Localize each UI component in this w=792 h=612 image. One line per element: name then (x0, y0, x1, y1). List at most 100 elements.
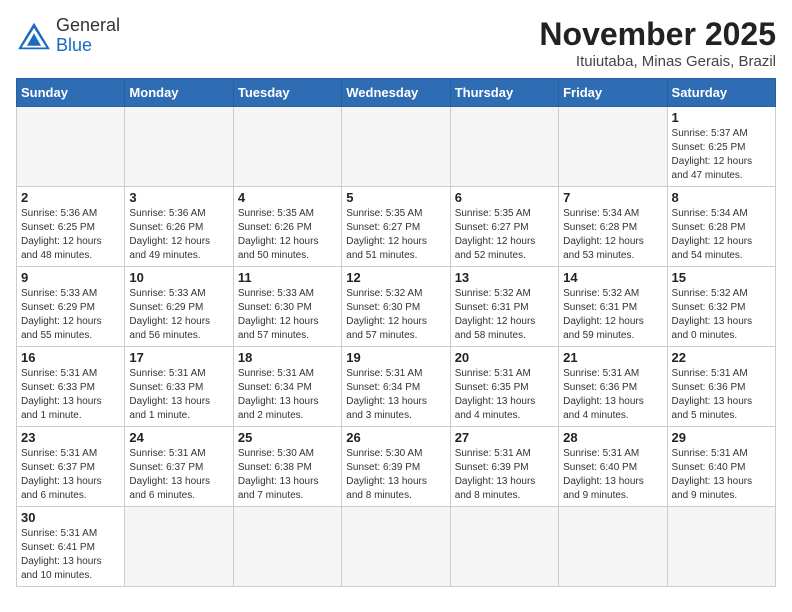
calendar-header-row: SundayMondayTuesdayWednesdayThursdayFrid… (17, 79, 776, 107)
header-tuesday: Tuesday (233, 79, 341, 107)
day-number: 2 (21, 190, 120, 205)
day-number: 5 (346, 190, 445, 205)
day-number: 11 (238, 270, 337, 285)
day-info: Sunrise: 5:35 AM Sunset: 6:27 PM Dayligh… (346, 207, 445, 263)
day-number: 4 (238, 190, 337, 205)
day-info: Sunrise: 5:32 AM Sunset: 6:31 PM Dayligh… (563, 287, 662, 343)
day-number: 24 (129, 430, 228, 445)
logo-text: General Blue (56, 16, 120, 56)
calendar-cell: 15 Sunrise: 5:32 AM Sunset: 6:32 PM Dayli… (667, 267, 775, 347)
day-info: Sunrise: 5:31 AM Sunset: 6:34 PM Dayligh… (346, 367, 445, 423)
calendar-cell: 8 Sunrise: 5:34 AM Sunset: 6:28 PM Daylig… (667, 187, 775, 267)
day-info: Sunrise: 5:31 AM Sunset: 6:33 PM Dayligh… (129, 367, 228, 423)
calendar-cell (17, 107, 125, 187)
header-thursday: Thursday (450, 79, 558, 107)
calendar-cell: 28 Sunrise: 5:31 AM Sunset: 6:40 PM Dayli… (559, 427, 667, 507)
calendar-cell: 4 Sunrise: 5:35 AM Sunset: 6:26 PM Daylig… (233, 187, 341, 267)
day-info: Sunrise: 5:36 AM Sunset: 6:25 PM Dayligh… (21, 207, 120, 263)
day-number: 6 (455, 190, 554, 205)
day-info: Sunrise: 5:31 AM Sunset: 6:35 PM Dayligh… (455, 367, 554, 423)
logo-blue: Blue (56, 35, 92, 55)
calendar-cell: 1 Sunrise: 5:37 AM Sunset: 6:25 PM Daylig… (667, 107, 775, 187)
day-info: Sunrise: 5:31 AM Sunset: 6:33 PM Dayligh… (21, 367, 120, 423)
day-number: 22 (672, 350, 771, 365)
calendar-week-3: 9 Sunrise: 5:33 AM Sunset: 6:29 PM Daylig… (17, 267, 776, 347)
calendar-week-5: 23Sunrise: 5:31 AM Sunset: 6:37 PM Dayli… (17, 427, 776, 507)
calendar-cell: 16 Sunrise: 5:31 AM Sunset: 6:33 PM Dayli… (17, 347, 125, 427)
day-info: Sunrise: 5:33 AM Sunset: 6:30 PM Dayligh… (238, 287, 337, 343)
day-info: Sunrise: 5:37 AM Sunset: 6:25 PM Dayligh… (672, 127, 771, 183)
calendar-cell: 21Sunrise: 5:31 AM Sunset: 6:36 PM Dayli… (559, 347, 667, 427)
day-number: 27 (455, 430, 554, 445)
day-number: 10 (129, 270, 228, 285)
calendar-cell (559, 507, 667, 587)
day-info: Sunrise: 5:36 AM Sunset: 6:26 PM Dayligh… (129, 207, 228, 263)
day-info: Sunrise: 5:31 AM Sunset: 6:41 PM Dayligh… (21, 527, 120, 583)
day-info: Sunrise: 5:32 AM Sunset: 6:31 PM Dayligh… (455, 287, 554, 343)
day-number: 12 (346, 270, 445, 285)
day-number: 28 (563, 430, 662, 445)
calendar-cell: 24 Sunrise: 5:31 AM Sunset: 6:37 PM Dayli… (125, 427, 233, 507)
day-number: 9 (21, 270, 120, 285)
calendar-cell: 17 Sunrise: 5:31 AM Sunset: 6:33 PM Dayli… (125, 347, 233, 427)
calendar-cell: 7 Sunrise: 5:34 AM Sunset: 6:28 PM Daylig… (559, 187, 667, 267)
calendar-cell: 20Sunrise: 5:31 AM Sunset: 6:35 PM Dayli… (450, 347, 558, 427)
day-info: Sunrise: 5:31 AM Sunset: 6:39 PM Dayligh… (455, 447, 554, 503)
day-info: Sunrise: 5:31 AM Sunset: 6:40 PM Dayligh… (672, 447, 771, 503)
day-info: Sunrise: 5:31 AM Sunset: 6:36 PM Dayligh… (563, 367, 662, 423)
calendar-cell: 27 Sunrise: 5:31 AM Sunset: 6:39 PM Dayli… (450, 427, 558, 507)
day-info: Sunrise: 5:35 AM Sunset: 6:26 PM Dayligh… (238, 207, 337, 263)
day-number: 29 (672, 430, 771, 445)
day-number: 26 (346, 430, 445, 445)
calendar-week-6: 30Sunrise: 5:31 AM Sunset: 6:41 PM Dayli… (17, 507, 776, 587)
calendar-cell (233, 107, 341, 187)
calendar-cell: 22Sunrise: 5:31 AM Sunset: 6:36 PM Dayli… (667, 347, 775, 427)
calendar-cell (233, 507, 341, 587)
day-number: 15 (672, 270, 771, 285)
day-info: Sunrise: 5:31 AM Sunset: 6:34 PM Dayligh… (238, 367, 337, 423)
day-number: 14 (563, 270, 662, 285)
day-info: Sunrise: 5:33 AM Sunset: 6:29 PM Dayligh… (129, 287, 228, 343)
calendar-cell: 29 Sunrise: 5:31 AM Sunset: 6:40 PM Dayli… (667, 427, 775, 507)
calendar-cell (342, 507, 450, 587)
logo: General Blue (16, 16, 120, 56)
calendar-week-1: 1 Sunrise: 5:37 AM Sunset: 6:25 PM Daylig… (17, 107, 776, 187)
month-title: November 2025 (539, 16, 776, 53)
calendar-cell (559, 107, 667, 187)
calendar-cell (450, 507, 558, 587)
day-number: 7 (563, 190, 662, 205)
header-friday: Friday (559, 79, 667, 107)
day-number: 19 (346, 350, 445, 365)
day-number: 16 (21, 350, 120, 365)
day-info: Sunrise: 5:34 AM Sunset: 6:28 PM Dayligh… (672, 207, 771, 263)
day-info: Sunrise: 5:32 AM Sunset: 6:32 PM Dayligh… (672, 287, 771, 343)
calendar-cell: 23Sunrise: 5:31 AM Sunset: 6:37 PM Dayli… (17, 427, 125, 507)
calendar: SundayMondayTuesdayWednesdayThursdayFrid… (16, 78, 776, 587)
calendar-cell: 12 Sunrise: 5:32 AM Sunset: 6:30 PM Dayli… (342, 267, 450, 347)
header-wednesday: Wednesday (342, 79, 450, 107)
calendar-cell: 5 Sunrise: 5:35 AM Sunset: 6:27 PM Daylig… (342, 187, 450, 267)
day-info: Sunrise: 5:31 AM Sunset: 6:40 PM Dayligh… (563, 447, 662, 503)
calendar-cell: 3Sunrise: 5:36 AM Sunset: 6:26 PM Daylig… (125, 187, 233, 267)
day-number: 8 (672, 190, 771, 205)
day-number: 17 (129, 350, 228, 365)
header-sunday: Sunday (17, 79, 125, 107)
day-info: Sunrise: 5:31 AM Sunset: 6:37 PM Dayligh… (21, 447, 120, 503)
day-info: Sunrise: 5:34 AM Sunset: 6:28 PM Dayligh… (563, 207, 662, 263)
day-info: Sunrise: 5:32 AM Sunset: 6:30 PM Dayligh… (346, 287, 445, 343)
header-monday: Monday (125, 79, 233, 107)
calendar-week-2: 2 Sunrise: 5:36 AM Sunset: 6:25 PM Daylig… (17, 187, 776, 267)
page-header: General Blue November 2025 Ituiutaba, Mi… (16, 16, 776, 70)
calendar-cell (667, 507, 775, 587)
day-info: Sunrise: 5:35 AM Sunset: 6:27 PM Dayligh… (455, 207, 554, 263)
calendar-week-4: 16 Sunrise: 5:31 AM Sunset: 6:33 PM Dayli… (17, 347, 776, 427)
day-info: Sunrise: 5:31 AM Sunset: 6:37 PM Dayligh… (129, 447, 228, 503)
calendar-cell: 30Sunrise: 5:31 AM Sunset: 6:41 PM Dayli… (17, 507, 125, 587)
calendar-cell (342, 107, 450, 187)
calendar-cell: 11 Sunrise: 5:33 AM Sunset: 6:30 PM Dayli… (233, 267, 341, 347)
day-number: 13 (455, 270, 554, 285)
day-number: 1 (672, 110, 771, 125)
calendar-cell (450, 107, 558, 187)
calendar-cell: 2 Sunrise: 5:36 AM Sunset: 6:25 PM Daylig… (17, 187, 125, 267)
calendar-cell: 18Sunrise: 5:31 AM Sunset: 6:34 PM Dayli… (233, 347, 341, 427)
